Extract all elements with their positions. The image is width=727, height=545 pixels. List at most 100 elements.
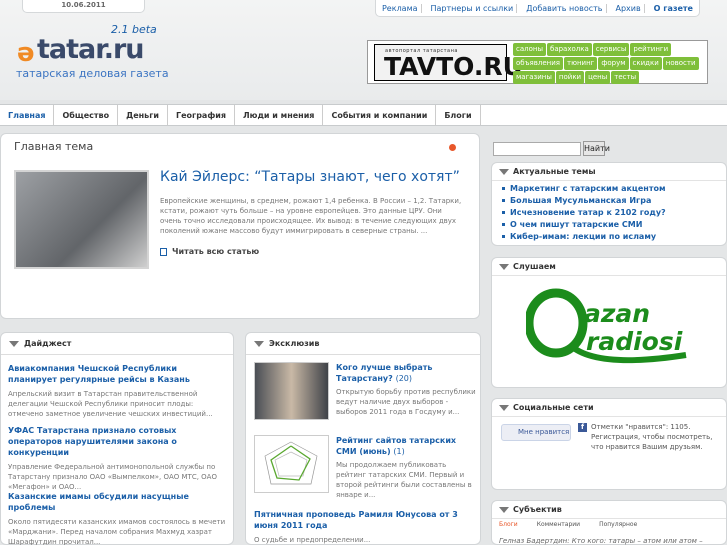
list-item: Авиакомпания Чешской Республики планируе… xyxy=(8,363,228,419)
listen-heading: Слушаем xyxy=(513,262,556,271)
tab-comments[interactable]: Комментарии xyxy=(537,521,580,528)
featured-heading: Главная тема xyxy=(14,140,94,153)
topic-link[interactable]: Кибер-имам: лекции по исламу xyxy=(500,231,725,243)
top-nav-archive[interactable]: Архив xyxy=(613,3,645,13)
ad-tag[interactable]: тесты xyxy=(611,71,640,84)
ad-tag[interactable]: скидки xyxy=(629,57,662,70)
subject-tabs: Блоги Комментарии Популярное xyxy=(499,521,637,528)
nav-item-events[interactable]: События и компании xyxy=(323,105,437,125)
facebook-icon: f xyxy=(578,423,587,432)
collapse-icon[interactable] xyxy=(499,507,509,513)
topics-list: Маркетинг с татарским акцентом Большая М… xyxy=(500,183,725,243)
top-nav-about[interactable]: О газете xyxy=(651,4,696,13)
nav-item-money[interactable]: Деньги xyxy=(118,105,168,125)
exclusive-header[interactable]: Эксклюзив xyxy=(246,333,480,355)
comment-count: (1) xyxy=(393,447,405,456)
chart-thumbnail[interactable] xyxy=(254,435,329,493)
ad-tag[interactable]: форум xyxy=(598,57,629,70)
featured-text: Европейские женщины, в среднем, рожают 1… xyxy=(160,197,462,235)
digest-panel: Дайджест Авиакомпания Чешской Республики… xyxy=(0,332,234,545)
rss-dot-icon[interactable] xyxy=(449,144,456,151)
ad-tag[interactable]: тюнинг xyxy=(564,57,598,70)
ad-tag[interactable]: пойки xyxy=(555,71,585,84)
digest-header[interactable]: Дайджест xyxy=(1,333,233,355)
document-icon xyxy=(160,247,167,256)
comment-count: (20) xyxy=(395,374,412,383)
digest-item-text: Апрельский визит в Татарстан правительст… xyxy=(8,390,213,418)
logo-mark[interactable]: ə xyxy=(17,40,35,66)
subjects-heading: Субъектив xyxy=(513,505,562,514)
svg-text:azan: azan xyxy=(584,299,650,328)
exclusive-item-title[interactable]: Кого лучше выбрать Татарстану? (20) xyxy=(336,362,476,384)
topic-link[interactable]: Маркетинг с татарским акцентом xyxy=(500,183,725,195)
tavto-logo[interactable]: автопортал татарстана TAVTO.RU xyxy=(374,44,523,81)
exclusive-item-text: О судьбе и предопределении... xyxy=(254,536,371,544)
digest-item-title[interactable]: Казанские имамы обсудили насущные пробле… xyxy=(8,491,228,513)
subject-line[interactable]: Гелназ Бадертдин: Кто кого: татары – ато… xyxy=(499,537,703,545)
ad-tag[interactable]: рейтинги xyxy=(630,43,672,56)
article-photo[interactable] xyxy=(254,362,329,420)
exclusive-item-title[interactable]: Рейтинг сайтов татарских СМИ (июнь) (1) xyxy=(336,435,476,457)
list-item: Пятничная проповедь Рамиля Юнусова от 3 … xyxy=(254,509,474,545)
tab-blogs[interactable]: Блоги xyxy=(499,521,518,528)
collapse-icon[interactable] xyxy=(499,264,509,270)
ad-tag[interactable]: объявления xyxy=(513,57,563,70)
list-item: Рейтинг сайтов татарских СМИ (июнь) (1) … xyxy=(336,435,476,500)
ad-tag[interactable]: цены xyxy=(585,71,611,84)
nav-item-people[interactable]: Люди и мнения xyxy=(235,105,324,125)
qazan-radiosi-logo[interactable]: azan radiosi xyxy=(524,285,704,369)
exclusive-item-title[interactable]: Пятничная проповедь Рамиля Юнусова от 3 … xyxy=(254,509,474,531)
digest-item-text: Управление Федеральной антимонопольной с… xyxy=(8,463,217,491)
featured-title[interactable]: Кай Эйлерс: “Татары знают, чего хотят” xyxy=(160,169,460,185)
topics-header[interactable]: Актуальные темы xyxy=(492,163,726,181)
topics-heading: Актуальные темы xyxy=(513,167,596,176)
ad-tag[interactable]: барахолка xyxy=(547,43,592,56)
nav-item-geography[interactable]: География xyxy=(168,105,236,125)
top-nav-add-news[interactable]: Добавить новость xyxy=(523,3,607,13)
exclusive-item-title-text: Кого лучше выбрать Татарстану? xyxy=(336,363,433,383)
topic-link[interactable]: Большая Мусульманская Игра xyxy=(500,195,725,207)
collapse-icon[interactable] xyxy=(499,405,509,411)
nav-item-home[interactable]: Главная xyxy=(0,105,55,125)
collapse-icon[interactable] xyxy=(254,341,264,347)
svg-text:radiosi: radiosi xyxy=(586,327,683,356)
like-button[interactable]: Мне нравится xyxy=(501,424,571,441)
nav-item-blogs[interactable]: Блоги xyxy=(436,105,481,125)
tab-popular[interactable]: Популярное xyxy=(599,521,637,528)
ad-tag[interactable]: новости xyxy=(662,57,699,70)
collapse-icon[interactable] xyxy=(499,169,509,175)
nav-item-society[interactable]: Общество xyxy=(54,105,119,125)
featured-photo[interactable] xyxy=(14,170,149,269)
digest-item-title[interactable]: УФАС Татарстана признало сотовых операто… xyxy=(8,425,228,458)
social-text: Отметки "нравится": 1105. Регистрация, ч… xyxy=(591,423,713,451)
digest-item-text: Около пятидесяти казанских имамов состоя… xyxy=(8,518,226,545)
exclusive-heading: Эксклюзив xyxy=(269,339,320,348)
digest-item-title[interactable]: Авиакомпания Чешской Республики планируе… xyxy=(8,363,228,385)
main-nav: Главная Общество Деньги География Люди и… xyxy=(0,104,727,126)
listen-header[interactable]: Слушаем xyxy=(492,258,726,276)
top-nav-ads[interactable]: Реклама xyxy=(379,3,422,13)
search-button[interactable]: Найти xyxy=(583,141,610,156)
ad-tag[interactable]: магазины xyxy=(513,71,555,84)
exclusive-panel: Эксклюзив Кого лучше выбрать Татарстану?… xyxy=(245,332,481,545)
digest-heading: Дайджест xyxy=(24,339,72,348)
tavto-banner[interactable]: автопортал татарстана TAVTO.RU салоны ба… xyxy=(367,40,708,84)
collapse-icon[interactable] xyxy=(9,341,19,347)
read-more-link[interactable]: Читать всю статью xyxy=(160,247,259,256)
list-item: Кого лучше выбрать Татарстану? (20) Откр… xyxy=(336,362,476,417)
subjects-header[interactable]: Субъектив xyxy=(492,501,726,519)
topic-link[interactable]: О чем пишут татарские СМИ xyxy=(500,219,725,231)
site-logo[interactable]: tatar.ru xyxy=(37,34,145,65)
exclusive-item-text: Мы продолжаем публиковать рейтинг татарс… xyxy=(336,461,472,499)
social-heading: Социальные сети xyxy=(513,403,594,412)
topics-panel: Актуальные темы Маркетинг с татарским ак… xyxy=(491,162,727,246)
ad-tag[interactable]: салоны xyxy=(513,43,546,56)
date-label: 10.06.2011 xyxy=(22,0,145,13)
ad-tag[interactable]: сервисы xyxy=(592,43,630,56)
top-nav-partners[interactable]: Партнеры и ссылки xyxy=(427,3,518,13)
list-item: УФАС Татарстана признало сотовых операто… xyxy=(8,425,228,492)
social-header[interactable]: Социальные сети xyxy=(492,399,726,417)
topic-link[interactable]: Исчезновение татар к 2102 году? xyxy=(500,207,725,219)
tavto-tags: салоны барахолка сервисы рейтинги объявл… xyxy=(513,43,705,84)
search-input[interactable] xyxy=(493,142,581,156)
